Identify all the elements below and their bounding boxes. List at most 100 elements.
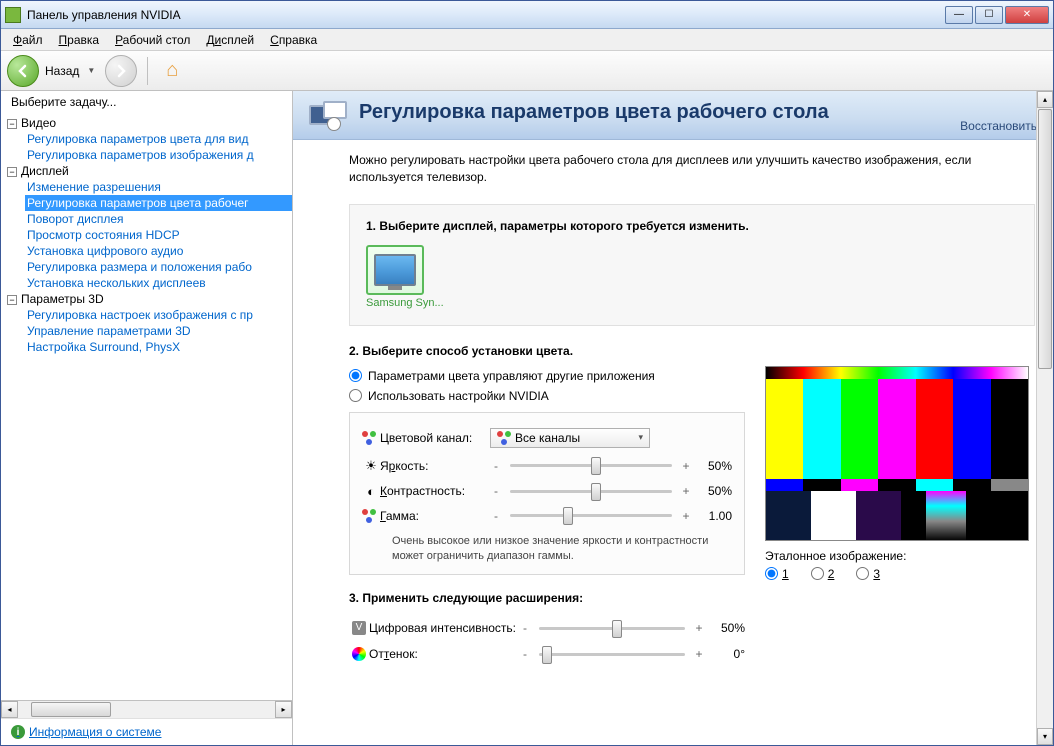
row-contrast: ◐ Контрастность: - + 50% [362, 479, 732, 504]
task-tree: −Видео Регулировка параметров цвета для … [1, 113, 292, 700]
minimize-button[interactable]: — [945, 6, 973, 24]
channel-select[interactable]: Все каналы [490, 428, 650, 448]
intro-text: Можно регулировать настройки цвета рабоч… [349, 152, 1035, 186]
brightness-slider[interactable] [510, 464, 672, 467]
reference-image [765, 366, 1029, 541]
main-body: Можно регулировать настройки цвета рабоч… [293, 140, 1053, 687]
tree-item-video-color[interactable]: Регулировка параметров цвета для вид [25, 131, 292, 147]
contrast-slider[interactable] [510, 490, 672, 493]
scroll-up-icon[interactable]: ▴ [1037, 91, 1053, 108]
ref-radio-3[interactable]: 3 [856, 567, 880, 581]
toolbar-separator [147, 57, 148, 85]
tree-category-3d[interactable]: −Параметры 3D [7, 291, 292, 307]
ref-radio-2[interactable]: 2 [811, 567, 835, 581]
tree-item-desktop-color[interactable]: Регулировка параметров цвета рабочег [25, 195, 292, 211]
contrast-icon: ◐ [362, 484, 380, 499]
reference-label: Эталонное изображение: [765, 549, 1035, 563]
tree-item-3d-image[interactable]: Регулировка настроек изображения с пр [25, 307, 292, 323]
info-icon: i [11, 725, 25, 739]
radio-other-apps-input[interactable] [349, 369, 362, 382]
ref-radio-1[interactable]: 1 [765, 567, 789, 581]
sidebar: Выберите задачу... −Видео Регулировка па… [1, 91, 293, 745]
display-label: Samsung Syn... [366, 297, 444, 309]
monitor-icon [366, 245, 424, 295]
back-button[interactable] [7, 55, 39, 87]
restore-link[interactable]: Восстановить [960, 119, 1037, 135]
tree-toggle-icon[interactable]: − [7, 167, 17, 177]
home-icon: ⌂ [166, 59, 178, 82]
row-hue: Оттенок: - + 0° [349, 641, 745, 667]
preview-column: Эталонное изображение: 1 2 3 [765, 366, 1035, 668]
hue-icon [349, 646, 369, 662]
dvi-icon: V [349, 620, 369, 636]
menu-edit[interactable]: Правка [51, 31, 108, 49]
section2-title: 2. Выберите способ установки цвета. [349, 344, 1035, 358]
nvidia-icon [5, 7, 21, 23]
scroll-thumb[interactable] [1038, 109, 1052, 369]
menu-help[interactable]: Справка [262, 31, 325, 49]
tree-item-3d-params[interactable]: Управление параметрами 3D [25, 323, 292, 339]
row-digital-vibrance: V Цифровая интенсивность: - + 50% [349, 615, 745, 641]
radio-nvidia-input[interactable] [349, 389, 362, 402]
tree-item-multi-display[interactable]: Установка нескольких дисплеев [25, 275, 292, 291]
tree-item-hdcp[interactable]: Просмотр состояния HDCP [25, 227, 292, 243]
page-title: Регулировка параметров цвета рабочего ст… [359, 99, 960, 124]
tree-item-video-image[interactable]: Регулировка параметров изображения д [25, 147, 292, 163]
scroll-left-icon[interactable]: ◂ [1, 701, 18, 718]
gamma-hint: Очень высокое или низкое значение яркост… [362, 528, 732, 565]
system-info-link[interactable]: i Информация о системе [11, 725, 282, 739]
menu-file[interactable]: Файл [5, 31, 51, 49]
window-title: Панель управления NVIDIA [27, 8, 945, 22]
menu-desktop[interactable]: Рабочий стол [107, 31, 198, 49]
radio-nvidia[interactable]: Использовать настройки NVIDIA [349, 386, 745, 406]
tree-item-rotate[interactable]: Поворот дисплея [25, 211, 292, 227]
row-gamma: Гамма: - + 1.00 [362, 504, 732, 528]
sidebar-footer: i Информация о системе [1, 718, 292, 745]
row-channel: Цветовой канал: Все каналы [362, 423, 732, 453]
content: Выберите задачу... −Видео Регулировка па… [1, 91, 1053, 745]
color-section: Параметрами цвета управляют другие прило… [349, 366, 1035, 668]
scroll-down-icon[interactable]: ▾ [1037, 728, 1053, 745]
tree-toggle-icon[interactable]: − [7, 119, 17, 129]
sidebar-hscroll[interactable]: ◂ ▸ [1, 700, 292, 718]
tree-item-resolution[interactable]: Изменение разрешения [25, 179, 292, 195]
tree-item-surround-physx[interactable]: Настройка Surround, PhysX [25, 339, 292, 355]
titlebar[interactable]: Панель управления NVIDIA — ☐ ✕ [1, 1, 1053, 29]
tree-item-size-position[interactable]: Регулировка размера и положения рабо [25, 259, 292, 275]
tree-category-video[interactable]: −Видео [7, 115, 292, 131]
section1-title: 1. Выберите дисплей, параметры которого … [366, 219, 1018, 233]
brightness-icon: ☀ [362, 458, 380, 474]
back-label: Назад [45, 64, 79, 78]
tree-category-display[interactable]: −Дисплей [7, 163, 292, 179]
hue-slider[interactable] [539, 653, 685, 656]
gamma-slider[interactable] [510, 514, 672, 517]
menubar: Файл Правка Рабочий стол Дисплей Справка [1, 29, 1053, 51]
back-dropdown-icon[interactable]: ▼ [87, 66, 95, 75]
displays-icon [309, 99, 349, 135]
close-button[interactable]: ✕ [1005, 6, 1049, 24]
scroll-thumb[interactable] [31, 702, 111, 717]
nvidia-control-panel-window: Панель управления NVIDIA — ☐ ✕ Файл Прав… [0, 0, 1054, 746]
section-select-display: 1. Выберите дисплей, параметры которого … [349, 204, 1035, 326]
gamma-icon [362, 509, 380, 523]
window-controls: — ☐ ✕ [945, 6, 1049, 24]
tree-toggle-icon[interactable]: − [7, 295, 17, 305]
section3-title: 3. Применить следующие расширения: [349, 591, 745, 605]
channel-icon [362, 431, 380, 445]
maximize-button[interactable]: ☐ [975, 6, 1003, 24]
color-settings-panel: Цветовой канал: Все каналы ☀ Яркость: - [349, 412, 745, 576]
forward-button[interactable] [105, 55, 137, 87]
tree-item-digital-audio[interactable]: Установка цифрового аудио [25, 243, 292, 259]
dvi-slider[interactable] [539, 627, 685, 630]
row-brightness: ☀ Яркость: - + 50% [362, 453, 732, 479]
main-vscroll[interactable]: ▴ ▾ [1036, 91, 1053, 745]
sidebar-header: Выберите задачу... [1, 91, 292, 113]
menu-display[interactable]: Дисплей [198, 31, 262, 49]
radio-other-apps[interactable]: Параметрами цвета управляют другие прило… [349, 366, 745, 386]
home-button[interactable]: ⌂ [158, 57, 186, 85]
main-panel: Регулировка параметров цвета рабочего ст… [293, 91, 1053, 745]
scroll-right-icon[interactable]: ▸ [275, 701, 292, 718]
reference-radios: 1 2 3 [765, 567, 1035, 581]
display-item-samsung[interactable]: Samsung Syn... [366, 245, 444, 309]
main-header: Регулировка параметров цвета рабочего ст… [293, 91, 1053, 140]
